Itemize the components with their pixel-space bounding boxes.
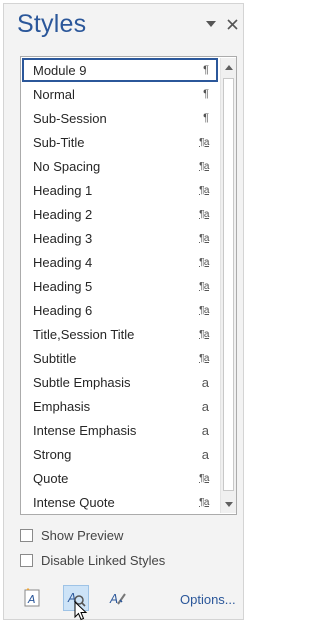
style-item[interactable]: Intense Emphasis a <box>22 418 218 442</box>
style-item[interactable]: Heading 5 ¶a <box>22 274 218 298</box>
close-button[interactable] <box>223 15 241 33</box>
new-style-icon: A <box>24 588 40 607</box>
style-name: Intense Emphasis <box>33 422 137 438</box>
styles-pane: Styles Module 9 ¶ Normal ¶ Sub-Session ¶ Sub-T… <box>3 3 244 620</box>
style-item[interactable]: Subtle Emphasis a <box>22 370 218 394</box>
style-name: Heading 3 <box>33 230 93 246</box>
style-name: Heading 4 <box>33 254 93 270</box>
show-preview-option[interactable]: Show Preview <box>20 528 123 543</box>
paragraph-style-mark-icon: ¶ <box>203 112 209 124</box>
style-item[interactable]: Heading 3 ¶a <box>22 226 218 250</box>
character-style-mark-icon: a <box>201 374 209 390</box>
style-item[interactable]: Quote ¶a <box>22 466 218 490</box>
linked-style-mark-icon: ¶a <box>199 280 209 292</box>
linked-style-mark-icon: ¶a <box>199 472 209 484</box>
linked-style-mark-icon: ¶a <box>199 328 209 340</box>
style-name: Emphasis <box>33 398 91 414</box>
vertical-scrollbar[interactable] <box>220 58 236 513</box>
character-style-mark-icon: a <box>201 446 209 462</box>
style-item[interactable]: Heading 4 ¶a <box>22 250 218 274</box>
style-name: No Spacing <box>33 158 101 174</box>
svg-text:A: A <box>27 593 36 606</box>
style-name: Normal <box>33 86 75 102</box>
pane-options-button[interactable] <box>202 15 220 33</box>
svg-text:A: A <box>109 592 118 606</box>
triangle-down-icon <box>206 20 216 27</box>
style-name: Quote <box>33 470 69 486</box>
linked-style-mark-icon: ¶a <box>199 304 209 316</box>
style-name: Sub-Title <box>33 134 85 150</box>
linked-style-mark-icon: ¶a <box>199 160 209 172</box>
style-name: Heading 5 <box>33 278 93 294</box>
styles-list-items: Module 9 ¶ Normal ¶ Sub-Session ¶ Sub-Title ¶a N… <box>22 58 218 514</box>
scroll-up-icon <box>224 64 233 70</box>
paragraph-style-mark-icon: ¶ <box>203 88 209 100</box>
scrollbar-thumb[interactable] <box>223 78 234 491</box>
disable-linked-styles-checkbox[interactable] <box>20 554 33 567</box>
style-item[interactable]: Heading 2 ¶a <box>22 202 218 226</box>
scroll-up-button[interactable] <box>221 58 236 76</box>
style-name: Intense Quote <box>33 494 115 510</box>
linked-style-mark-icon: ¶a <box>199 352 209 364</box>
style-item[interactable]: Intense Quote ¶a <box>22 490 218 514</box>
linked-style-mark-icon: ¶a <box>199 256 209 268</box>
style-item[interactable]: Sub-Session ¶ <box>22 106 218 130</box>
style-item[interactable]: Emphasis a <box>22 394 218 418</box>
style-name: Heading 1 <box>33 182 93 198</box>
linked-style-mark-icon: ¶a <box>199 496 209 508</box>
character-style-mark-icon: a <box>201 422 209 438</box>
style-name: Strong <box>33 446 72 462</box>
style-name: Heading 2 <box>33 206 93 222</box>
style-item[interactable]: Title,Session Title ¶a <box>22 322 218 346</box>
disable-linked-styles-label: Disable Linked Styles <box>41 553 166 568</box>
show-preview-checkbox[interactable] <box>20 529 33 542</box>
linked-style-mark-icon: ¶a <box>199 232 209 244</box>
scroll-down-icon <box>224 501 233 507</box>
style-item[interactable]: Module 9 ¶ <box>22 58 218 82</box>
linked-style-mark-icon: ¶a <box>199 184 209 196</box>
new-style-button[interactable]: A <box>20 585 46 611</box>
scroll-down-button[interactable] <box>221 495 236 513</box>
linked-style-mark-icon: ¶a <box>199 136 209 148</box>
style-item[interactable]: Heading 6 ¶a <box>22 298 218 322</box>
disable-linked-styles-option[interactable]: Disable Linked Styles <box>20 553 165 568</box>
mouse-cursor-icon <box>74 601 88 621</box>
manage-styles-button[interactable]: A <box>105 585 131 611</box>
show-preview-label: Show Preview <box>41 528 124 543</box>
close-icon <box>226 18 238 30</box>
style-item[interactable]: No Spacing ¶a <box>22 154 218 178</box>
style-item[interactable]: Strong a <box>22 442 218 466</box>
style-item[interactable]: Sub-Title ¶a <box>22 130 218 154</box>
pane-title: Styles <box>17 10 87 38</box>
style-name: Sub-Session <box>33 110 107 126</box>
linked-style-mark-icon: ¶a <box>199 208 209 220</box>
style-name: Title,Session Title <box>33 326 135 342</box>
style-item[interactable]: Normal ¶ <box>22 82 218 106</box>
style-item[interactable]: Heading 1 ¶a <box>22 178 218 202</box>
style-name: Module 9 <box>33 62 87 78</box>
paragraph-style-mark-icon: ¶ <box>203 64 209 76</box>
style-name: Subtle Emphasis <box>33 374 131 390</box>
styles-list[interactable]: Module 9 ¶ Normal ¶ Sub-Session ¶ Sub-Title ¶a N… <box>20 56 237 515</box>
options-link[interactable]: Options... <box>180 592 236 607</box>
style-item[interactable]: Subtitle ¶a <box>22 346 218 370</box>
manage-styles-icon: A <box>109 592 126 606</box>
character-style-mark-icon: a <box>201 398 209 414</box>
style-name: Subtitle <box>33 350 77 366</box>
style-name: Heading 6 <box>33 302 93 318</box>
